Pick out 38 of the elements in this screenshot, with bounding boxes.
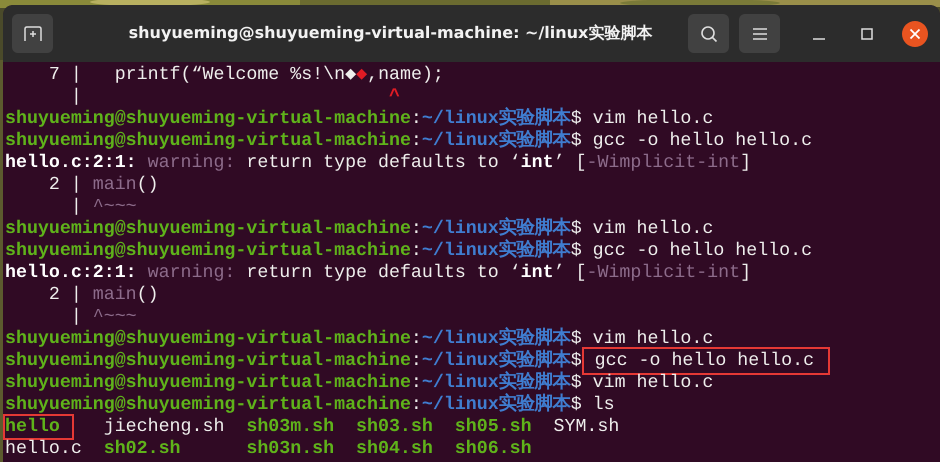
terminal-line: 2 | main() bbox=[48, 284, 160, 306]
file-name: sh03n.sh bbox=[246, 438, 334, 460]
file-name: sh06.sh bbox=[454, 438, 532, 460]
file-name: sh03.sh bbox=[356, 416, 433, 438]
file-name: sh03m.sh bbox=[246, 416, 334, 438]
file-name: hello.c bbox=[5, 438, 82, 460]
file-name: sh05.sh bbox=[454, 416, 532, 438]
file-name: hello bbox=[3, 414, 74, 440]
minimize-icon bbox=[813, 38, 825, 40]
terminal-line: hello.c:2:1: warning: return type defaults to ‘int’ [-Wimplicit-int] bbox=[5, 262, 752, 284]
terminal-line: | ^~~~ bbox=[70, 306, 138, 328]
terminal-line: | ^~~~ bbox=[70, 196, 138, 218]
search-icon bbox=[700, 24, 718, 42]
search-button[interactable] bbox=[688, 14, 729, 53]
prompt-line: shuyueming@shuyueming-virtual-machine:~/linux实验脚本$ gcc -o hello hello.c bbox=[5, 240, 814, 262]
maximize-icon bbox=[861, 28, 873, 40]
prompt-line: shuyueming@shuyueming-virtual-machine:~/linux实验脚本$ vim hello.c bbox=[5, 328, 714, 349]
terminal-line: | ^ bbox=[70, 86, 401, 108]
prompt-line: shuyueming@shuyueming-virtual-machine:~/linux实验脚本$ gcc -o hello hello.c bbox=[5, 350, 940, 372]
new-tab-icon bbox=[24, 26, 42, 42]
file-name: SYM.sh bbox=[554, 416, 620, 438]
menu-icon bbox=[752, 28, 766, 40]
close-button[interactable] bbox=[902, 20, 928, 46]
terminal-line: 7 | printf(“Welcome %s!\n◆◆,name); bbox=[48, 64, 445, 86]
menu-button[interactable] bbox=[739, 14, 780, 53]
new-tab-button[interactable] bbox=[12, 14, 53, 53]
prompt-line: shuyueming@shuyueming-virtual-machine:~/linux实验脚本$ vim hello.c bbox=[5, 372, 714, 393]
prompt-line: shuyueming@shuyueming-virtual-machine:~/linux实验脚本$ gcc -o hello hello.c bbox=[5, 130, 814, 152]
prompt-line: shuyueming@shuyueming-virtual-machine:~/linux实验脚本$ vim hello.c bbox=[5, 218, 714, 239]
file-name: sh04.sh bbox=[356, 438, 433, 460]
file-name: sh02.sh bbox=[104, 438, 181, 460]
window-title: shuyueming@shuyueming-virtual-machine: ~/linux实验脚本 bbox=[128, 23, 654, 44]
prompt-line: shuyueming@shuyueming-virtual-machine:~/linux实验脚本$ ls bbox=[5, 394, 616, 416]
terminal-line: hello.c:2:1: warning: return type defaults to ‘int’ [-Wimplicit-int] bbox=[5, 152, 752, 174]
file-name: jiecheng.sh bbox=[104, 416, 224, 438]
close-icon bbox=[909, 28, 921, 40]
terminal-line: 2 | main() bbox=[48, 174, 160, 196]
prompt-line: shuyueming@shuyueming-virtual-machine:~/linux实验脚本$ vim hello.c bbox=[5, 108, 714, 129]
